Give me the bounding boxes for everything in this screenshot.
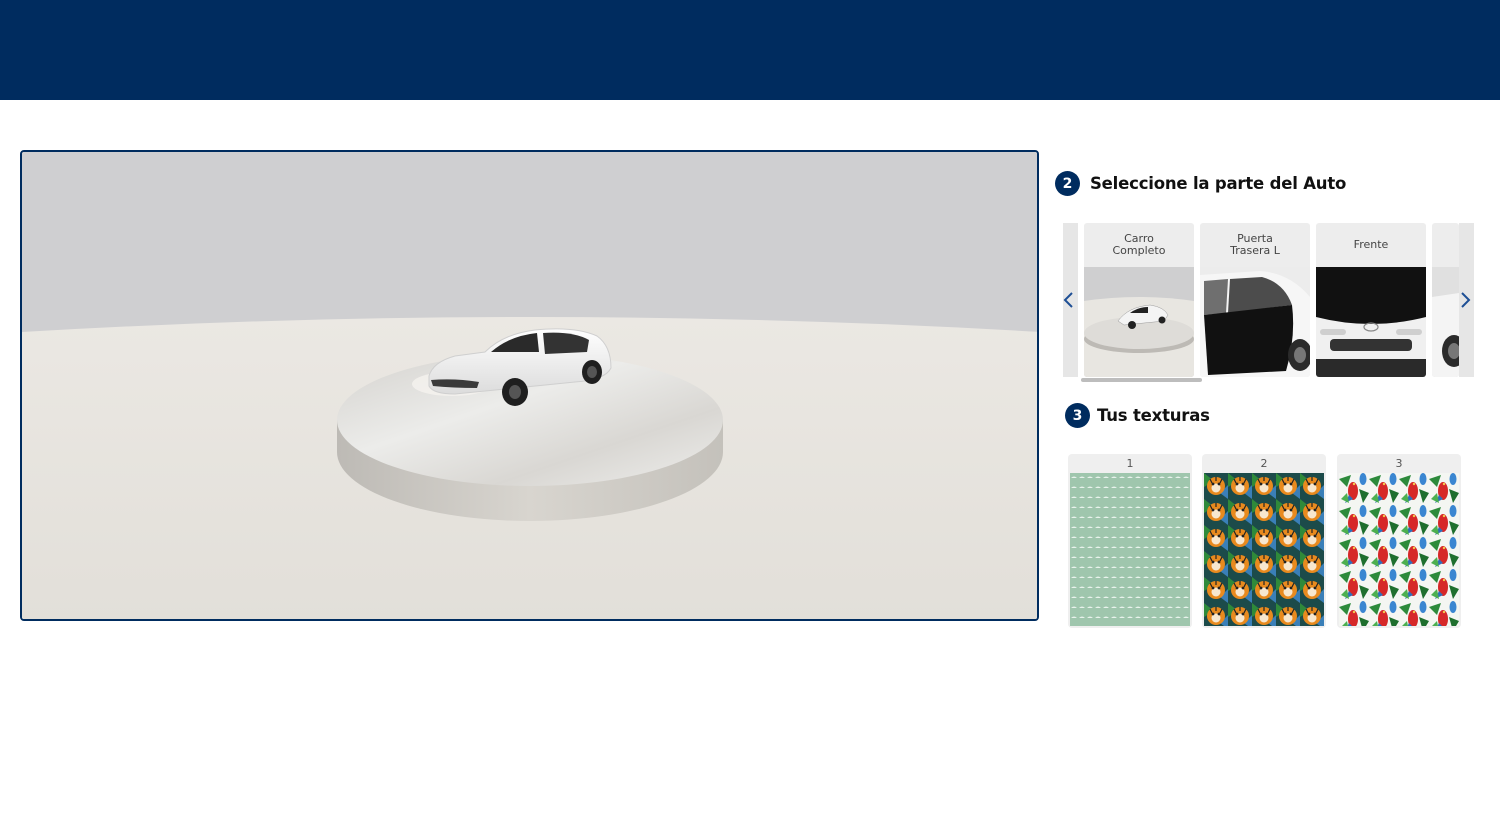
part-card-carro-completo[interactable]: Carro Completo <box>1084 223 1194 377</box>
step-3-header: 3 Tus texturas <box>1065 403 1210 428</box>
texture-swatch-tigers <box>1204 473 1324 626</box>
selected-part-indicator <box>1081 378 1202 382</box>
step-2-header: 2 Seleccione la parte del Auto <box>1055 171 1346 196</box>
chevron-right-icon[interactable] <box>1458 291 1472 309</box>
top-header-bar <box>0 0 1500 100</box>
car-scene-render <box>22 152 1037 619</box>
car-3d-viewer[interactable] <box>20 150 1039 621</box>
part-label: Carro Completo <box>1112 232 1166 257</box>
texture-number: 2 <box>1260 457 1268 470</box>
texture-number: 1 <box>1126 457 1134 470</box>
part-card-puerta-trasera-l[interactable]: Puerta Trasera L <box>1200 223 1310 377</box>
car-part-carousel: Carro Completo Puerta Trasera L Frente <box>1063 223 1474 383</box>
part-thumbnail <box>1432 267 1459 377</box>
step-title: Tus texturas <box>1097 406 1210 425</box>
texture-card-1[interactable]: 1 <box>1068 454 1192 628</box>
part-card-frente[interactable]: Frente <box>1316 223 1426 377</box>
part-thumbnail <box>1316 267 1426 377</box>
texture-number: 3 <box>1395 457 1403 470</box>
texture-swatch-mint-dots <box>1070 473 1190 626</box>
part-card-next-peek[interactable] <box>1432 223 1459 377</box>
texture-swatch-parrots <box>1339 473 1459 626</box>
texture-card-3[interactable]: 3 <box>1337 454 1461 628</box>
step-number-badge: 2 <box>1055 171 1080 196</box>
part-thumbnail <box>1200 267 1310 377</box>
part-label: Puerta Trasera L <box>1230 232 1280 257</box>
step-number-badge: 3 <box>1065 403 1090 428</box>
part-thumbnail <box>1084 267 1194 377</box>
part-label: Frente <box>1353 238 1389 251</box>
texture-card-2[interactable]: 2 <box>1202 454 1326 628</box>
step-title: Seleccione la parte del Auto <box>1090 174 1347 193</box>
chevron-left-icon[interactable] <box>1062 291 1076 309</box>
